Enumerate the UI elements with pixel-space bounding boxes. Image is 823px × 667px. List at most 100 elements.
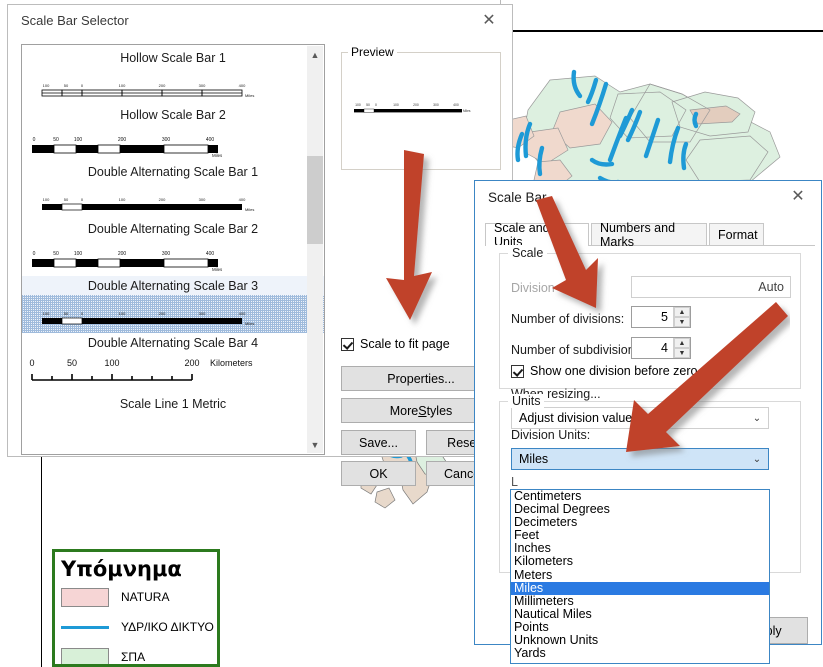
svg-text:300: 300	[162, 137, 171, 143]
legend-item-hydro: ΥΔΡ/ΙΚΟ ΔΙΚΤΥΟ	[55, 612, 217, 642]
svg-text:100: 100	[43, 311, 50, 316]
division-units-value: Miles	[519, 452, 549, 466]
legend-title: Υπόμνημα	[61, 557, 182, 581]
svg-text:Kilometers: Kilometers	[210, 358, 253, 368]
legend-label-hydro: ΥΔΡ/ΙΚΟ ΔΙΚΤΥΟ	[121, 620, 214, 634]
style-name: Double Alternating Scale Bar 4	[87, 336, 259, 350]
show-one-division-row[interactable]: Show one division before zero	[511, 364, 697, 378]
scroll-up-icon[interactable]: ▲	[307, 46, 323, 63]
svg-text:50: 50	[64, 197, 69, 202]
scale-to-fit-checkbox[interactable]	[341, 337, 354, 351]
scale-to-fit-page-row[interactable]: Scale to fit page	[341, 337, 450, 351]
stepper-up-icon[interactable]: ▲	[674, 338, 690, 348]
svg-text:400: 400	[206, 251, 215, 257]
svg-text:50: 50	[53, 137, 59, 143]
tab-format[interactable]: Format	[709, 223, 764, 245]
dropdown-option[interactable]: Decimeters	[511, 516, 769, 529]
svg-text:Miles: Miles	[245, 207, 254, 212]
number-of-divisions-stepper[interactable]: 5 ▲ ▼	[631, 306, 691, 328]
more-styles-label-key: S	[418, 403, 427, 418]
ok-button[interactable]: OK	[341, 461, 416, 486]
label-field-label: L	[511, 475, 518, 489]
number-of-subdivisions-value: 4	[661, 341, 668, 355]
selector-title: Scale Bar Selector	[21, 12, 129, 28]
close-icon[interactable]: ✕	[466, 5, 512, 35]
close-icon[interactable]: ✕	[775, 181, 821, 211]
svg-text:100: 100	[119, 311, 126, 316]
svg-text:200: 200	[118, 137, 127, 143]
legend-item-natura: NATURA	[55, 582, 217, 612]
stepper-arrows[interactable]: ▲ ▼	[673, 338, 690, 358]
list-item[interactable]: Scale Line 1 Metric	[22, 394, 324, 413]
style-preview-art: 0 50 100 200 Kilometers	[22, 352, 324, 394]
preview-scale-bar: 100 50 0 100 200 300 400 Miles	[354, 103, 471, 113]
map-legend: Υπόμνημα NATURA ΥΔΡ/ΙΚΟ ΔΙΚΤΥΟ ΣΠΑ	[52, 549, 220, 667]
number-of-subdivisions-stepper[interactable]: 4 ▲ ▼	[631, 337, 691, 359]
list-item[interactable]: Double Alternating Scale Bar 1 100 50 0 10…	[22, 162, 324, 219]
svg-text:0: 0	[81, 311, 84, 316]
svg-text:400: 400	[239, 197, 246, 202]
list-item[interactable]: Double Alternating Scale Bar 2 0 50 100 20…	[22, 219, 324, 276]
svg-text:300: 300	[199, 197, 206, 202]
dropdown-option[interactable]: Yards	[511, 647, 769, 660]
svg-text:0: 0	[29, 358, 34, 368]
svg-text:400: 400	[239, 311, 246, 316]
list-item[interactable]: Hollow Scale Bar 1 100 50 0 100 200 300 400	[22, 48, 324, 105]
svg-text:100: 100	[393, 103, 399, 107]
save-button[interactable]: Save...	[341, 430, 416, 455]
scale-bar-style-list[interactable]: Hollow Scale Bar 1 100 50 0 100 200 300 400	[21, 44, 325, 455]
scroll-down-icon[interactable]: ▼	[307, 436, 323, 453]
list-item[interactable]: Double Alternating Scale Bar 4 0 50 100 200…	[22, 333, 324, 394]
svg-text:300: 300	[162, 251, 171, 257]
svg-text:0: 0	[33, 137, 36, 143]
svg-text:0: 0	[33, 251, 36, 257]
svg-text:200: 200	[184, 358, 199, 368]
legend-swatch-hydro	[61, 625, 109, 629]
style-preview-art: 100 50 0 100 200 300 400 Miles	[22, 295, 324, 333]
style-list-scrollbar[interactable]: ▲ ▼	[307, 46, 323, 453]
dropdown-option-selected[interactable]: Miles	[511, 581, 769, 595]
dropdown-option[interactable]: Unknown Units	[511, 633, 769, 647]
legend-label-spa: ΣΠΑ	[121, 650, 146, 664]
style-preview-art: 0 50 100 200 300 400 Miles	[22, 238, 324, 276]
division-value-field[interactable]: Auto	[631, 276, 791, 298]
stepper-down-icon[interactable]: ▼	[674, 317, 690, 327]
svg-text:400: 400	[206, 137, 215, 143]
svg-text:100: 100	[43, 83, 50, 88]
svg-text:100: 100	[104, 358, 119, 368]
style-name: Double Alternating Scale Bar 2	[87, 222, 259, 236]
list-item-selected[interactable]: Double Alternating Scale Bar 3 100 50 0 10…	[22, 276, 324, 333]
tab-numbers-and-marks[interactable]: Numbers and Marks	[591, 221, 707, 249]
division-units-combo[interactable]: Miles ⌄	[511, 448, 769, 470]
svg-text:200: 200	[159, 311, 166, 316]
svg-text:Miles: Miles	[212, 267, 223, 272]
svg-text:200: 200	[159, 197, 166, 202]
style-name: Scale Line 1 Metric	[119, 397, 227, 411]
svg-text:0: 0	[375, 103, 377, 107]
svg-text:50: 50	[67, 358, 77, 368]
dropdown-option[interactable]: Meters	[511, 568, 769, 582]
dropdown-option[interactable]: Nautical Miles	[511, 607, 769, 621]
stepper-up-icon[interactable]: ▲	[674, 307, 690, 317]
scale-bar-selector-dialog: Scale Bar Selector ✕ Hollow Scale Bar 1 …	[7, 4, 513, 486]
style-preview-art: 0 50 100 200 300 400 Miles	[22, 124, 324, 162]
dropdown-option[interactable]: Millimeters	[511, 594, 769, 608]
show-one-division-checkbox[interactable]	[511, 364, 524, 378]
stepper-arrows[interactable]: ▲ ▼	[673, 307, 690, 327]
units-group-label: Units	[508, 394, 545, 408]
tab-scale-and-units[interactable]: Scale and Units	[485, 221, 589, 249]
style-name: Double Alternating Scale Bar 1	[87, 165, 259, 179]
stepper-down-icon[interactable]: ▼	[674, 348, 690, 358]
division-units-dropdown-list[interactable]: Centimeters Decimal Degrees Decimeters F…	[510, 489, 770, 664]
list-item[interactable]: Hollow Scale Bar 2 0 50 100 200 300 400	[22, 105, 324, 162]
svg-text:Miles: Miles	[245, 93, 254, 98]
svg-text:50: 50	[64, 83, 69, 88]
selector-body: Hollow Scale Bar 1 100 50 0 100 200 300 400	[8, 35, 512, 486]
svg-text:100: 100	[43, 197, 50, 202]
map-frame-top-border	[501, 30, 823, 32]
chevron-down-icon[interactable]: ⌄	[746, 454, 768, 465]
legend-swatch-natura	[61, 587, 109, 607]
preview-group-label: Preview	[348, 45, 397, 59]
scrollbar-thumb[interactable]	[307, 156, 323, 244]
dropdown-option[interactable]: Kilometers	[511, 555, 769, 568]
